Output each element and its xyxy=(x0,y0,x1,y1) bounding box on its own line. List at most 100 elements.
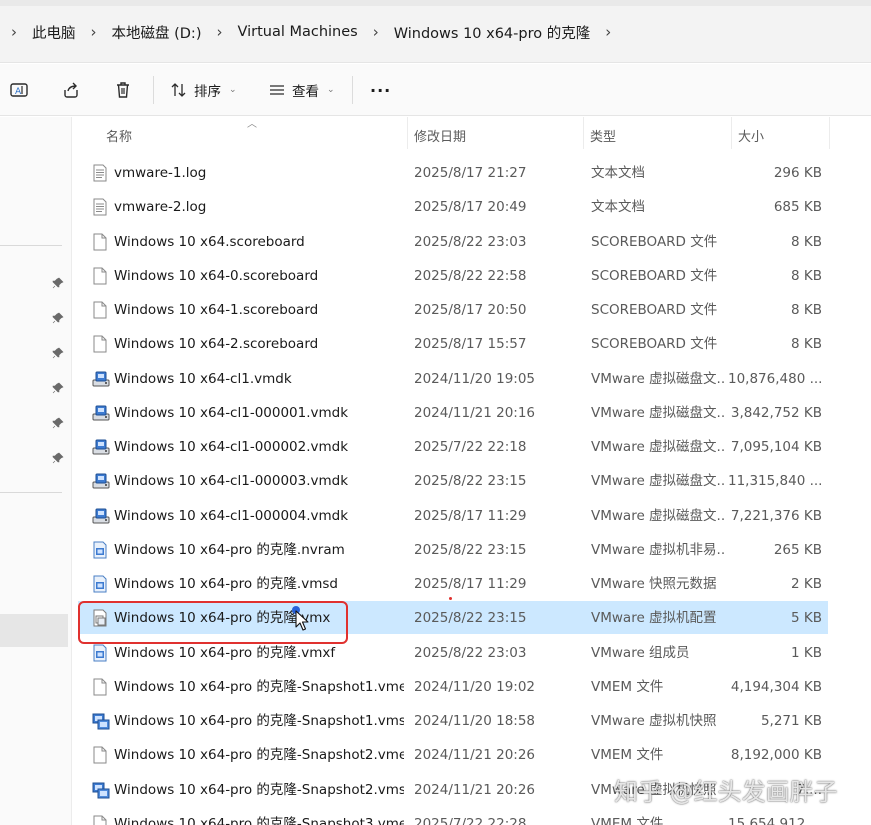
file-row[interactable]: Windows 10 x64-pro 的克隆-Snapshot2.vme... 2… xyxy=(78,738,828,771)
file-size: 8 KB xyxy=(791,233,822,250)
file-row[interactable]: Windows 10 x64-cl1-000003.vmdk 2025/8/22 … xyxy=(78,464,828,497)
file-row[interactable]: Windows 10 x64-cl1-000004.vmdk 2025/8/17 … xyxy=(78,499,828,532)
file-row[interactable]: Windows 10 x64-pro 的克隆-Snapshot1.vme... 2… xyxy=(78,670,828,703)
sort-label: 排序 xyxy=(194,84,221,100)
column-divider[interactable] xyxy=(829,117,830,149)
file-type: VMware 组成员 xyxy=(591,644,690,661)
pin-icon[interactable] xyxy=(52,382,66,396)
file-date: 2025/8/22 23:03 xyxy=(414,644,527,661)
file-name: Windows 10 x64-1.scoreboard xyxy=(114,302,319,318)
command-bar: A 排序 ⌄ 查看 ⌄ ··· xyxy=(0,64,871,116)
file-explorer-window: › 此电脑 › 本地磁盘 (D:) › Virtual Machines › W… xyxy=(0,0,871,825)
file-row[interactable]: Windows 10 x64-cl1-000002.vmdk 2025/7/22 … xyxy=(78,430,828,463)
chevron-right-icon[interactable]: › xyxy=(213,23,225,41)
file-name: Windows 10 x64-pro 的克隆-Snapshot3.vme... xyxy=(114,815,404,825)
toolbar-divider xyxy=(153,76,154,104)
file-row[interactable]: Windows 10 x64-0.scoreboard 2025/8/22 22:… xyxy=(78,259,828,292)
svg-text:A: A xyxy=(15,87,22,97)
file-type: VMware 虚拟磁盘文... xyxy=(591,439,726,455)
file-name: Windows 10 x64-pro 的克隆.nvram xyxy=(114,541,345,558)
file-date: 2024/11/20 19:02 xyxy=(414,678,536,695)
column-divider[interactable] xyxy=(583,117,584,149)
column-date[interactable]: 修改日期 xyxy=(414,126,466,145)
file-size: 15,654,912 ... xyxy=(728,815,822,825)
chevron-right-icon[interactable]: › xyxy=(602,23,614,41)
chevron-right-icon[interactable]: › xyxy=(88,23,100,41)
view-label: 查看 xyxy=(292,84,319,100)
file-row[interactable]: Windows 10 x64-pro 的克隆-Snapshot3.vme... 2… xyxy=(78,807,828,825)
file-row[interactable]: Windows 10 x64-cl1-000001.vmdk 2024/11/21… xyxy=(78,396,828,429)
mouse-cursor-icon xyxy=(295,610,309,631)
blank-file-icon xyxy=(92,335,108,353)
blank-file-icon xyxy=(92,678,108,696)
file-type: VMEM 文件 xyxy=(591,815,664,825)
file-type: VMware 虚拟磁盘文... xyxy=(591,473,726,490)
file-row[interactable]: vmware-1.log 2025/8/17 21:27 文本文档 296 KB xyxy=(78,156,828,189)
file-row[interactable]: Windows 10 x64.scoreboard 2025/8/22 23:03… xyxy=(78,225,828,258)
file-size: 1 KB xyxy=(791,644,822,661)
vmdk-icon xyxy=(92,507,110,525)
file-row[interactable]: vmware-2.log 2025/8/17 20:49 文本文档 685 KB xyxy=(78,190,828,223)
file-date: 2025/8/22 22:58 xyxy=(414,267,527,284)
chevron-right-icon[interactable]: › xyxy=(8,23,20,41)
column-type[interactable]: 类型 xyxy=(590,126,616,145)
pin-icon[interactable] xyxy=(52,417,66,431)
file-name: Windows 10 x64-pro 的克隆-Snapshot2.vme... xyxy=(114,747,404,764)
nav-item-selected[interactable] xyxy=(0,614,68,647)
window-top-strip xyxy=(0,0,871,6)
nav-divider xyxy=(0,492,62,493)
pin-icon[interactable] xyxy=(52,277,66,291)
sort-button[interactable]: 排序 ⌄ xyxy=(170,76,237,104)
breadcrumb-current-folder[interactable]: Windows 10 x64-pro 的克隆 xyxy=(382,22,603,43)
address-bar[interactable]: › 此电脑 › 本地磁盘 (D:) › Virtual Machines › W… xyxy=(0,0,871,63)
view-button[interactable]: 查看 ⌄ xyxy=(268,76,335,104)
file-row[interactable]: Windows 10 x64-pro 的克隆.nvram 2025/8/22 23… xyxy=(78,533,828,566)
navigation-pane xyxy=(0,117,72,825)
file-type: VMware 虚拟磁盘文... xyxy=(591,404,726,421)
pin-icon[interactable] xyxy=(52,312,66,326)
file-type: SCOREBOARD 文件 xyxy=(591,302,718,318)
file-name: Windows 10 x64-cl1-000002.vmdk xyxy=(114,439,349,455)
rename-icon[interactable]: A xyxy=(5,76,33,104)
file-row[interactable]: Windows 10 x64-pro 的克隆-Snapshot1.vmsn 202… xyxy=(78,704,828,737)
file-type: 文本文档 xyxy=(591,199,645,216)
file-date: 2025/8/17 11:29 xyxy=(414,576,527,592)
file-row[interactable]: Windows 10 x64-2.scoreboard 2025/8/17 15:… xyxy=(78,327,828,360)
blank-file-icon xyxy=(92,267,108,285)
file-row[interactable]: Windows 10 x64-pro 的克隆.vmsd 2025/8/17 11:… xyxy=(78,567,828,600)
file-type: VMEM 文件 xyxy=(591,747,664,764)
delete-icon[interactable] xyxy=(109,76,137,104)
more-options-button[interactable]: ··· xyxy=(370,76,391,104)
sort-icon xyxy=(171,83,186,97)
blank-file-icon xyxy=(92,301,108,319)
pin-icon[interactable] xyxy=(52,347,66,361)
file-size: 10,876,480 ... xyxy=(728,370,822,387)
file-size: 7,095,104 KB xyxy=(730,439,822,455)
file-type: VMware 虚拟磁盘文... xyxy=(591,507,726,524)
column-divider[interactable] xyxy=(731,117,732,149)
breadcrumb-local-disk-d[interactable]: 本地磁盘 (D:) xyxy=(100,22,214,43)
file-row[interactable]: Windows 10 x64-cl1.vmdk 2024/11/20 19:05 V… xyxy=(78,362,828,395)
file-type: VMware 虚拟磁盘文... xyxy=(591,370,726,387)
blank-file-icon xyxy=(92,233,108,251)
file-date: 2025/8/22 23:15 xyxy=(414,610,527,627)
file-size: 8 KB xyxy=(791,267,822,284)
breadcrumb-virtual-machines[interactable]: Virtual Machines xyxy=(225,24,369,40)
vmsn-icon xyxy=(92,712,110,730)
file-row[interactable]: Windows 10 x64-1.scoreboard 2025/8/17 20:… xyxy=(78,293,828,326)
breadcrumb-this-pc[interactable]: 此电脑 xyxy=(20,22,88,43)
column-name[interactable]: 名称 xyxy=(106,126,132,145)
share-icon[interactable] xyxy=(57,76,85,104)
chevron-down-icon: ⌄ xyxy=(327,85,335,95)
file-date: 2024/11/21 20:26 xyxy=(414,747,536,764)
chevron-right-icon[interactable]: › xyxy=(370,23,382,41)
file-date: 2025/8/22 23:15 xyxy=(414,473,527,490)
file-size: 8 KB xyxy=(791,302,822,318)
file-size: 5,271 KB xyxy=(760,713,822,729)
annotation-dot xyxy=(449,597,452,600)
vmdk-icon xyxy=(92,404,110,422)
pin-icon[interactable] xyxy=(52,452,66,466)
vmdk-icon xyxy=(92,370,110,388)
column-size[interactable]: 大小 xyxy=(738,126,764,145)
column-divider[interactable] xyxy=(407,117,408,149)
